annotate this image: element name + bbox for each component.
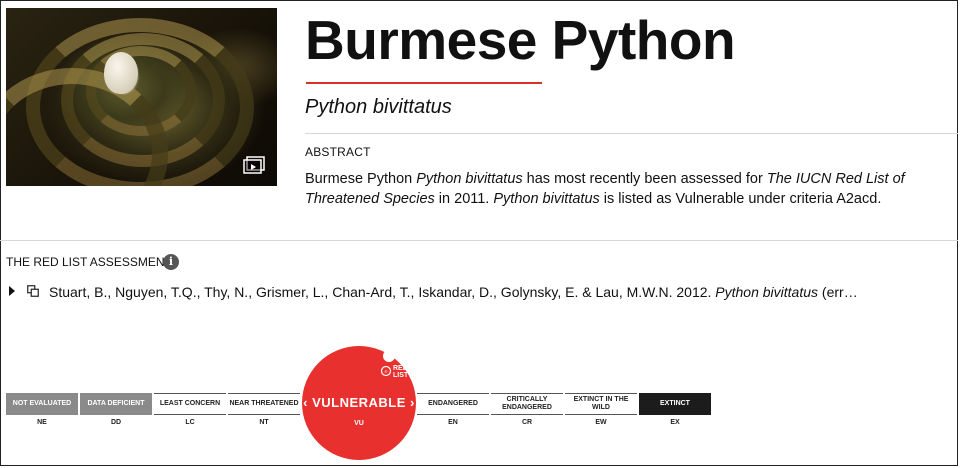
svg-text:©: ©: [385, 369, 388, 374]
divider: [305, 133, 958, 134]
category-code-dd: DD: [110, 419, 122, 426]
citation-authors: Stuart, B., Nguyen, T.Q., Thy, N., Grism…: [49, 284, 716, 300]
category-code-lc: LC: [185, 419, 195, 426]
selected-category-code: VU: [354, 420, 364, 427]
selected-category-label: ‹ VULNERABLE ›: [303, 395, 415, 410]
category-ew: EXTINCT IN THE WILD: [565, 393, 637, 415]
category-code-ex: EX: [670, 419, 680, 426]
scientific-name: Python bivittatus: [305, 96, 452, 118]
abstract-text: Burmese Python Python bivittatus has mos…: [305, 169, 945, 209]
abstract-heading: ABSTRACT: [305, 145, 371, 159]
category-ne: NOT EVALUATED: [6, 393, 78, 415]
abstract-segment: Python bivittatus: [493, 191, 600, 207]
title-underline: [306, 82, 542, 84]
citation-tail: (err…: [818, 284, 858, 300]
abstract-segment: is listed as Vulnerable under criteria A…: [599, 191, 882, 207]
info-icon[interactable]: i: [163, 254, 179, 270]
category-en: ENDANGERED: [417, 393, 489, 415]
iucn-red-list-logo: © RED LIST: [380, 350, 412, 379]
category-code-cr: CR: [521, 419, 533, 426]
assessment-heading: THE RED LIST ASSESSMENT: [6, 255, 172, 269]
abstract-segment: has most recently been assessed for: [522, 171, 767, 187]
logo-red: RED LIST: [393, 365, 409, 379]
category-lc: LEAST CONCERN: [154, 393, 226, 415]
category-ex: EXTINCT: [639, 393, 711, 415]
category-code-en: EN: [448, 419, 458, 426]
abstract-segment: in 2011.: [434, 191, 494, 207]
page-title: Burmese Python: [305, 9, 736, 71]
citation-species: Python bivittatus: [715, 284, 819, 300]
egg: [104, 52, 138, 94]
gallery-icon[interactable]: [243, 156, 265, 174]
category-code-ne: NE: [37, 419, 47, 426]
expand-arrow-icon[interactable]: [9, 286, 15, 296]
category-cr: CRITICALLY ENDANGERED: [491, 393, 563, 415]
category-code-nt: NT: [259, 419, 269, 426]
citation-text[interactable]: Stuart, B., Nguyen, T.Q., Thy, N., Grism…: [49, 284, 858, 300]
species-photo[interactable]: [6, 8, 277, 186]
category-dd: DATA DEFICIENT: [80, 393, 152, 415]
abstract-segment: Python bivittatus: [416, 171, 523, 187]
category-nt: NEAR THREATENED: [228, 393, 300, 415]
section-divider: [0, 240, 958, 241]
copy-icon[interactable]: [27, 285, 39, 297]
category-code-ew: EW: [595, 419, 607, 426]
abstract-segment: Burmese Python: [305, 171, 417, 187]
